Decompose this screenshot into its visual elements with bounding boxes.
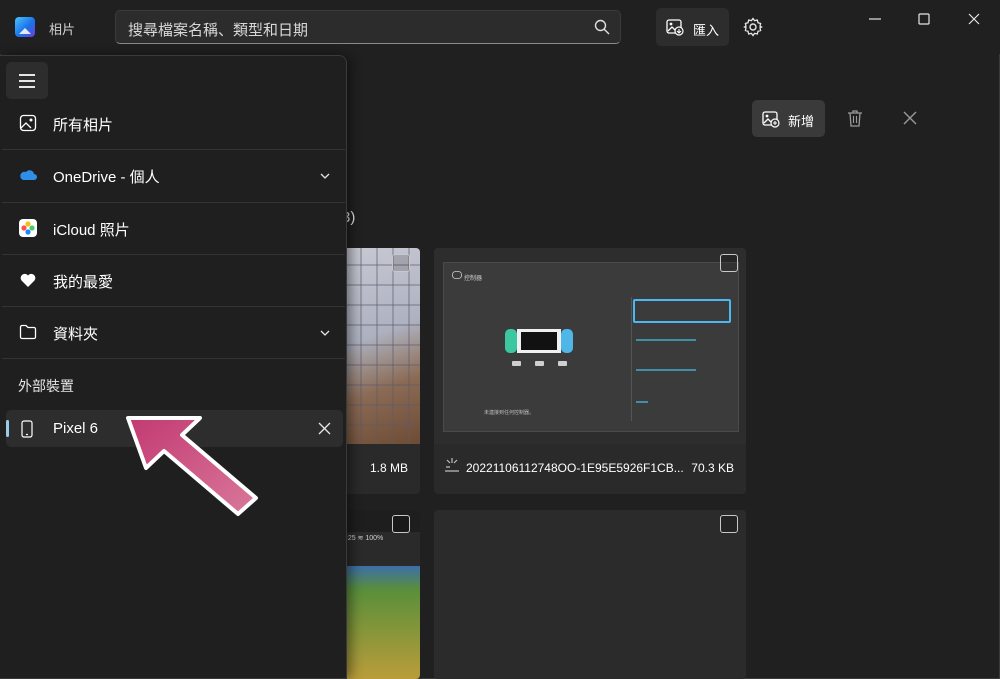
controller-slots xyxy=(512,361,567,366)
phone-status-bar: 1:25 ≋ 100% xyxy=(342,535,384,542)
add-photo-icon xyxy=(762,111,780,128)
screenshot-thumbnail[interactable]: 控制器 未連接到任何控制器。 xyxy=(434,248,746,444)
thumb-title: 控制器 xyxy=(464,276,483,282)
section-header-external-devices: 外部裝置 xyxy=(18,378,74,394)
import-icon xyxy=(666,19,684,36)
thumb-footer: 未連接到任何控制器。 xyxy=(484,410,535,416)
search-input[interactable]: 搜尋檔案名稱、類型和日期 xyxy=(128,19,308,40)
sidebar-item-label: OneDrive - 個人 xyxy=(53,169,160,186)
sidebar-item-label: 所有相片 xyxy=(53,117,114,134)
select-checkbox[interactable] xyxy=(720,515,738,533)
onedrive-cloud-icon xyxy=(20,170,37,180)
photos-app-icon xyxy=(15,17,35,37)
menu-option xyxy=(636,401,648,403)
sidebar-item-label: 資料夾 xyxy=(53,326,99,343)
sidebar-item-label: iCloud 照片 xyxy=(53,222,130,239)
photo-meta: 20221106112748OO-1E95E5926F1CB... 70.3 K… xyxy=(434,444,746,494)
sidebar-item-label: 我的最愛 xyxy=(53,274,114,291)
import-label: 匯入 xyxy=(693,23,720,38)
file-size: 70.3 KB xyxy=(691,461,734,475)
delete-icon[interactable] xyxy=(845,108,865,128)
menu-option xyxy=(636,339,696,341)
pointer-arrow-icon xyxy=(126,416,258,516)
photo-card-placeholder[interactable] xyxy=(434,510,746,679)
search-box[interactable]: 搜尋檔案名稱、類型和日期 xyxy=(115,10,621,44)
close-icon[interactable] xyxy=(902,110,918,126)
import-button[interactable]: 匯入 xyxy=(656,8,729,46)
sidebar-item-icloud[interactable]: iCloud 照片 xyxy=(2,203,345,255)
hamburger-line xyxy=(19,74,35,76)
hamburger-line xyxy=(19,86,35,88)
add-button[interactable]: 新增 xyxy=(752,100,825,137)
sidebar-item-favorites[interactable]: 我的最愛 xyxy=(2,255,345,307)
controller-icon xyxy=(452,271,462,279)
chevron-down-icon[interactable] xyxy=(319,327,331,339)
menu-option xyxy=(636,369,696,371)
select-checkbox[interactable] xyxy=(720,254,738,272)
menu-option-selected xyxy=(633,299,731,323)
search-icon[interactable] xyxy=(594,19,610,35)
close-window-button[interactable] xyxy=(954,8,994,30)
phone-icon xyxy=(21,420,33,438)
chevron-down-icon[interactable] xyxy=(319,170,331,182)
select-checkbox[interactable] xyxy=(392,515,410,533)
remove-device-icon[interactable] xyxy=(318,422,331,435)
divider xyxy=(2,358,345,359)
maximize-button[interactable] xyxy=(904,8,944,30)
minimize-button[interactable] xyxy=(855,8,895,30)
file-name: 20221106112748OO-1E95E5926F1CB... xyxy=(466,461,684,475)
add-label: 新增 xyxy=(788,114,815,129)
sidebar-item-all-photos[interactable]: 所有相片 xyxy=(2,98,345,150)
photo-icon xyxy=(19,114,37,132)
sidebar-item-onedrive[interactable]: OneDrive - 個人 xyxy=(2,150,345,202)
gear-icon[interactable] xyxy=(743,17,763,37)
selection-indicator xyxy=(6,420,9,437)
menu-toggle-button[interactable] xyxy=(6,62,48,99)
folder-icon xyxy=(19,324,37,340)
app-title: 相片 xyxy=(49,22,76,37)
sidebar-item-folders[interactable]: 資料夾 xyxy=(2,307,345,359)
navigation-pane: 所有相片 OneDrive - 個人 iCloud 照片 我的最愛 資料夾 外部… xyxy=(0,55,347,679)
controller-screen-preview: 控制器 未連接到任何控制器。 xyxy=(443,262,739,432)
photo-card[interactable]: 控制器 未連接到任何控制器。 20221106112748OO-1E95E592… xyxy=(434,248,746,494)
heart-icon xyxy=(20,273,36,287)
controller-menu xyxy=(631,297,736,421)
switch-console-graphic xyxy=(505,329,573,353)
file-size: 1.8 MB xyxy=(369,461,408,475)
title-bar: 相片 搜尋檔案名稱、類型和日期 匯入 xyxy=(0,0,1000,54)
screenshot-file-icon xyxy=(445,458,459,472)
icloud-photos-icon xyxy=(19,219,37,237)
device-label: Pixel 6 xyxy=(53,420,99,437)
select-checkbox[interactable] xyxy=(392,254,410,272)
hamburger-line xyxy=(19,80,35,82)
